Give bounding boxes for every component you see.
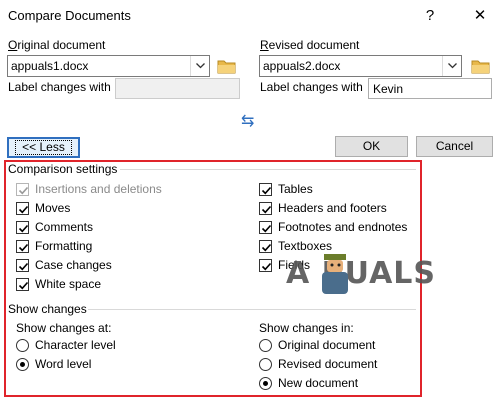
folder-icon[interactable] [217,57,237,75]
checkbox-label: Comments [35,220,94,234]
radio-selected-dot [263,380,268,386]
checkbox-label: Formatting [35,239,93,253]
show-changes-in-options: Original document Revised document New doc… [259,336,377,393]
radio-character-level[interactable]: Character level [16,336,116,354]
checkbox-box[interactable] [16,201,29,215]
checkbox-box[interactable] [259,239,272,253]
section-divider [88,309,416,310]
checkbox-box[interactable] [259,258,272,272]
radio-button[interactable] [16,338,29,352]
comparison-settings-heading: Comparison settings [8,162,118,176]
revised-document-value: appuals2.docx [263,59,341,73]
checkbox-label: Insertions and deletions [35,182,162,196]
cancel-button[interactable]: Cancel [416,136,493,157]
checkbox-label: Textboxes [278,239,333,253]
chevron-down-icon[interactable] [190,56,209,76]
close-button[interactable]: ✕ [470,6,490,26]
checkbox-box[interactable] [259,220,272,234]
radio-label: Original document [278,338,376,352]
checkbox-label: Headers and footers [278,201,387,215]
checkbox-box[interactable] [16,220,29,234]
show-changes-heading: Show changes [8,302,87,316]
radio-label: Word level [35,357,92,371]
radio-label: New document [278,376,359,390]
original-label-field [115,78,240,99]
checkbox-box[interactable] [259,201,272,215]
radio-button[interactable] [16,357,29,371]
swap-documents-icon[interactable]: ⇆ [241,111,254,131]
checkbox-box[interactable] [16,277,29,291]
checkbox-moves[interactable]: Moves [16,199,162,217]
radio-button[interactable] [259,357,272,371]
checkbox-case-changes[interactable]: Case changes [16,256,162,274]
checkbox-box[interactable] [16,239,29,253]
checkbox-label: Tables [278,182,313,196]
help-button[interactable]: ? [420,6,440,26]
checkbox-white-space[interactable]: White space [16,275,162,293]
radio-word-level[interactable]: Word level [16,355,116,373]
show-changes-at-options: Character level Word level [16,336,116,374]
checkbox-headers-and-footers[interactable]: Headers and footers [259,199,407,217]
checkbox-label: Moves [35,201,71,215]
checkbox-label: Case changes [35,258,112,272]
original-document-value: appuals1.docx [11,59,89,73]
revised-label-changes-with: Label changes with [260,80,363,94]
checkbox-formatting[interactable]: Formatting [16,237,162,255]
original-document-combo[interactable]: appuals1.docx [7,55,210,77]
ok-button[interactable]: OK [335,136,408,157]
watermark-logo: A PUALS [286,256,437,291]
original-document-heading: Original document [8,38,106,52]
checkbox-insertions-and-deletions: Insertions and deletions [16,180,162,198]
radio-button[interactable] [259,338,272,352]
revised-document-heading: Revised document [260,38,360,52]
original-label-changes-with: Label changes with [8,80,111,94]
revised-label-field[interactable] [368,78,492,99]
radio-new-document[interactable]: New document [259,374,377,392]
chevron-down-icon[interactable] [442,56,461,76]
checkbox-box[interactable] [259,182,272,196]
radio-selected-dot [20,361,25,367]
radio-button[interactable] [259,376,272,390]
checkbox-box [16,182,29,196]
checkbox-label: White space [35,277,102,291]
radio-revised-document[interactable]: Revised document [259,355,377,373]
comparison-left-column: Insertions and deletions Moves Comments For… [16,180,162,294]
mascot-icon [318,252,352,299]
checkbox-label: Footnotes and endnotes [278,220,408,234]
checkbox-box[interactable] [16,258,29,272]
revised-document-combo[interactable]: appuals2.docx [259,55,462,77]
window-title: Compare Documents [8,8,131,23]
checkbox-footnotes-and-endnotes[interactable]: Footnotes and endnotes [259,218,407,236]
checkbox-comments[interactable]: Comments [16,218,162,236]
checkbox-tables[interactable]: Tables [259,180,407,198]
section-divider [120,169,416,170]
radio-label: Revised document [278,357,378,371]
show-changes-in-heading: Show changes in: [259,321,354,335]
radio-original-document[interactable]: Original document [259,336,377,354]
less-button[interactable]: << Less [7,137,80,158]
radio-label: Character level [35,338,116,352]
show-changes-at-heading: Show changes at: [16,321,112,335]
folder-icon[interactable] [471,57,491,75]
